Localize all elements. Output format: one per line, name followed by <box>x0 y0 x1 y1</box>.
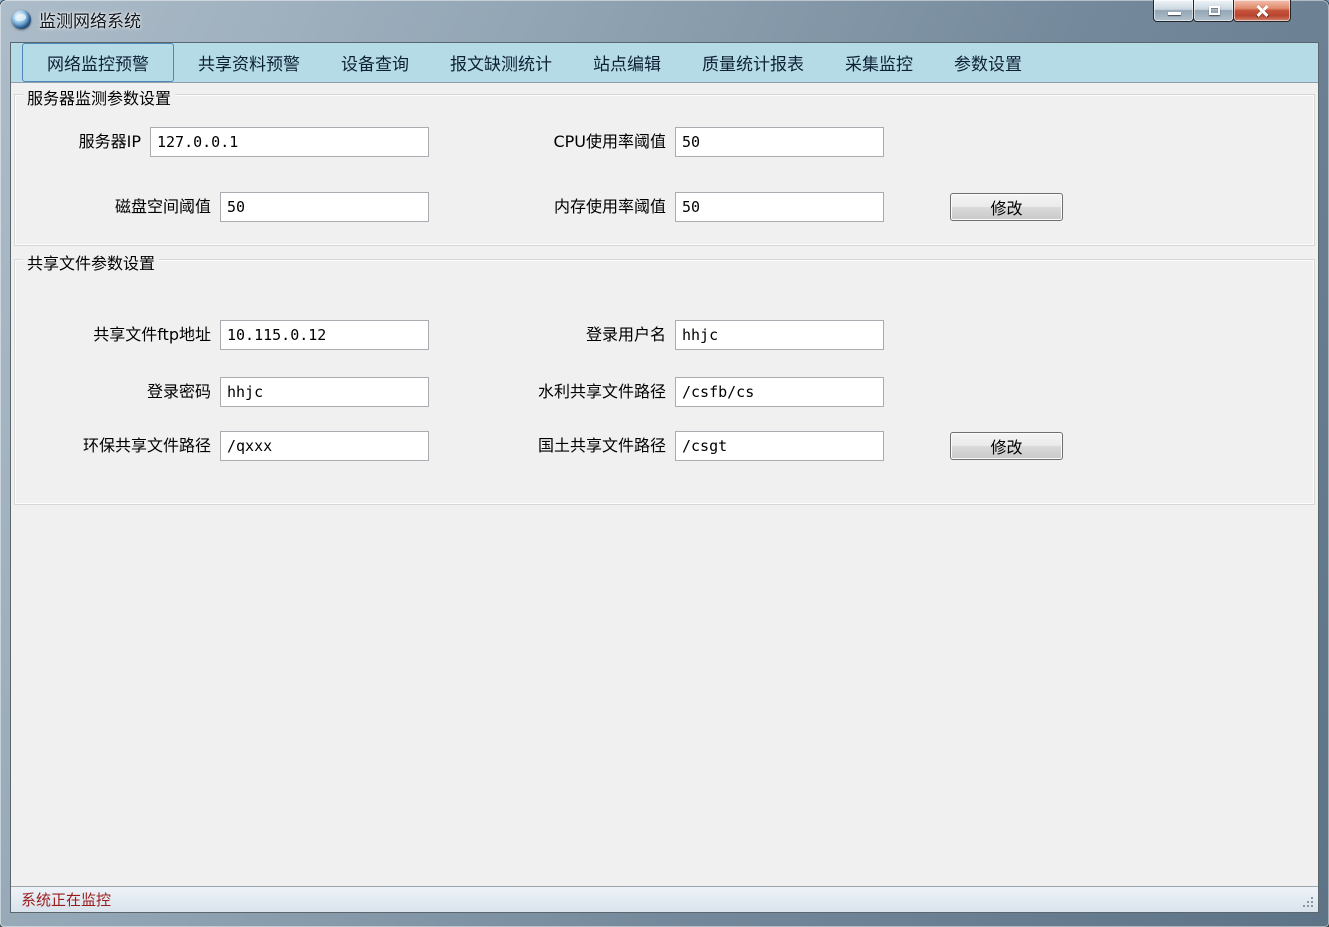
field-cpu-threshold: CPU使用率阈值 <box>466 127 884 157</box>
ftp-address-input[interactable] <box>220 320 429 350</box>
status-message: 系统正在监控 <box>21 889 111 910</box>
server-ip-input[interactable] <box>150 127 429 157</box>
memory-threshold-input[interactable] <box>675 192 884 222</box>
group-title: 服务器监测参数设置 <box>23 85 175 109</box>
tab-shared-data-alert[interactable]: 共享资料预警 <box>181 43 317 82</box>
client-area: 网络监控预警 共享资料预警 设备查询 报文缺测统计 站点编辑 质量统计报表 采集… <box>10 42 1319 913</box>
group-server-monitor-params: 服务器监测参数设置 <box>14 94 1315 246</box>
field-ftp-address: 共享文件ftp地址 <box>41 320 429 350</box>
group-title: 共享文件参数设置 <box>23 250 159 274</box>
tab-parameter-settings[interactable]: 参数设置 <box>937 43 1039 82</box>
login-username-input[interactable] <box>675 320 884 350</box>
field-login-username: 登录用户名 <box>466 320 884 350</box>
modify-server-params-button[interactable]: 修改 <box>950 193 1063 221</box>
field-label: 登录用户名 <box>466 320 666 350</box>
modify-share-params-button[interactable]: 修改 <box>950 432 1063 460</box>
field-label: 登录密码 <box>41 377 211 407</box>
tab-bar: 网络监控预警 共享资料预警 设备查询 报文缺测统计 站点编辑 质量统计报表 采集… <box>11 43 1318 83</box>
env-share-path-input[interactable] <box>220 431 429 461</box>
tab-station-edit[interactable]: 站点编辑 <box>576 43 678 82</box>
status-bar: 系统正在监控 <box>11 886 1318 912</box>
field-label: 共享文件ftp地址 <box>41 320 211 350</box>
minimize-icon <box>1168 12 1181 15</box>
maximize-button[interactable] <box>1193 0 1234 22</box>
field-login-password: 登录密码 <box>41 377 429 407</box>
field-disk-threshold: 磁盘空间阈值 <box>41 192 429 222</box>
tab-missing-report-stats[interactable]: 报文缺测统计 <box>433 43 569 82</box>
window-controls <box>1154 0 1291 22</box>
field-env-share-path: 环保共享文件路径 <box>41 431 429 461</box>
field-label: CPU使用率阈值 <box>466 127 666 157</box>
cpu-threshold-input[interactable] <box>675 127 884 157</box>
login-password-input[interactable] <box>220 377 429 407</box>
water-share-path-input[interactable] <box>675 377 884 407</box>
close-icon <box>1255 4 1269 18</box>
field-label: 环保共享文件路径 <box>41 431 211 461</box>
tab-collection-monitor[interactable]: 采集监控 <box>828 43 930 82</box>
app-window: 监测网络系统 网络监控预警 共享资料预警 设备查询 报文缺测统计 站点编辑 质量… <box>0 0 1329 927</box>
title-bar[interactable]: 监测网络系统 <box>0 0 1329 42</box>
tab-quality-report[interactable]: 质量统计报表 <box>685 43 821 82</box>
minimize-button[interactable] <box>1153 0 1194 22</box>
globe-icon <box>12 10 31 29</box>
field-land-share-path: 国土共享文件路径 <box>466 431 884 461</box>
field-label: 磁盘空间阈值 <box>41 192 211 222</box>
tab-device-query[interactable]: 设备查询 <box>324 43 426 82</box>
land-share-path-input[interactable] <box>675 431 884 461</box>
field-label: 水利共享文件路径 <box>466 377 666 407</box>
field-water-share-path: 水利共享文件路径 <box>466 377 884 407</box>
maximize-icon <box>1209 6 1220 15</box>
tab-page-content: 服务器监测参数设置 共享文件参数设置 服务器IP CPU使用率阈值 磁盘空间阈值… <box>11 83 1318 886</box>
field-label: 服务器IP <box>41 127 141 157</box>
field-label: 内存使用率阈值 <box>466 192 666 222</box>
field-memory-threshold: 内存使用率阈值 <box>466 192 884 222</box>
field-label: 国土共享文件路径 <box>466 431 666 461</box>
disk-threshold-input[interactable] <box>220 192 429 222</box>
field-server-ip: 服务器IP <box>41 127 429 157</box>
window-title: 监测网络系统 <box>39 7 141 32</box>
close-button[interactable] <box>1233 0 1291 22</box>
tab-network-monitoring-alert[interactable]: 网络监控预警 <box>22 43 174 82</box>
resize-grip-icon[interactable] <box>1302 896 1315 909</box>
